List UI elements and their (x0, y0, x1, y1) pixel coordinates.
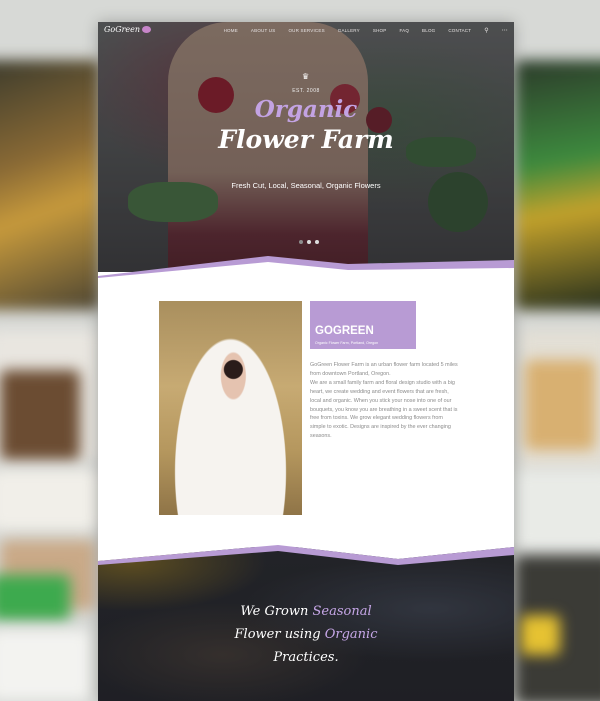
search-icon[interactable]: ⚲ (484, 27, 489, 34)
nav-item-home[interactable]: HOME (224, 28, 238, 33)
bride-photo (159, 301, 302, 515)
hero-tagline: Fresh Cut, Local, Seasonal, Organic Flow… (231, 181, 381, 190)
about-description: GoGreen Flower Farm is an urban flower f… (310, 361, 458, 441)
slider-dot[interactable] (315, 240, 319, 244)
quote-text: We Grown Seasonal Flower using Organic P… (98, 600, 514, 669)
hero-established: EST. 2008 (292, 88, 320, 94)
about-title: GOGREEN (315, 325, 374, 337)
nav-item-about[interactable]: ABOUT US (251, 28, 276, 33)
quote-line1-a: We Grown (240, 604, 313, 619)
nav-item-contact[interactable]: CONTACT (448, 28, 471, 33)
purple-divider-top (98, 256, 514, 280)
nav-item-shop[interactable]: SHOP (373, 28, 387, 33)
nav-item-blog[interactable]: BLOG (422, 28, 435, 33)
purple-divider-bottom (98, 535, 514, 565)
quote-line2-b: Organic (324, 627, 378, 642)
about-paragraph-1: GoGreen Flower Farm is an urban flower f… (310, 362, 458, 377)
flower-logo-icon (142, 26, 152, 33)
about-title-card: GOGREEN Organic Flower Farm, Portland, O… (310, 301, 416, 349)
hero-title-line1: Organic (254, 96, 358, 123)
top-navigation: GoGreen HOME ABOUT US OUR SERVICES GALLE… (98, 22, 514, 40)
slider-dot[interactable] (299, 240, 303, 244)
about-subtitle: Organic Flower Farm, Portland, Oregon (315, 341, 379, 345)
nav-item-faq[interactable]: FAQ (399, 28, 409, 33)
nav-item-services[interactable]: OUR SERVICES (288, 28, 324, 33)
crown-icon: ♛ (302, 72, 310, 81)
quote-line1-b: Seasonal (312, 604, 372, 619)
logo[interactable]: GoGreen (104, 25, 152, 34)
quote-line2-a: Flower using (234, 627, 325, 642)
slider-dots (299, 240, 319, 244)
hero-title-line2: Flower Farm (218, 125, 394, 154)
nav-menu: HOME ABOUT US OUR SERVICES GALLERY SHOP … (224, 27, 508, 34)
quote-line3: Practices. (273, 650, 339, 665)
about-paragraph-2: We are a small family farm and floral de… (310, 379, 458, 440)
logo-text: GoGreen (104, 25, 141, 34)
menu-dots-icon[interactable]: ⋯ (502, 27, 508, 34)
slider-dot[interactable] (307, 240, 311, 244)
website-page: GoGreen HOME ABOUT US OUR SERVICES GALLE… (98, 22, 514, 701)
nav-item-gallery[interactable]: GALLERY (338, 28, 360, 33)
